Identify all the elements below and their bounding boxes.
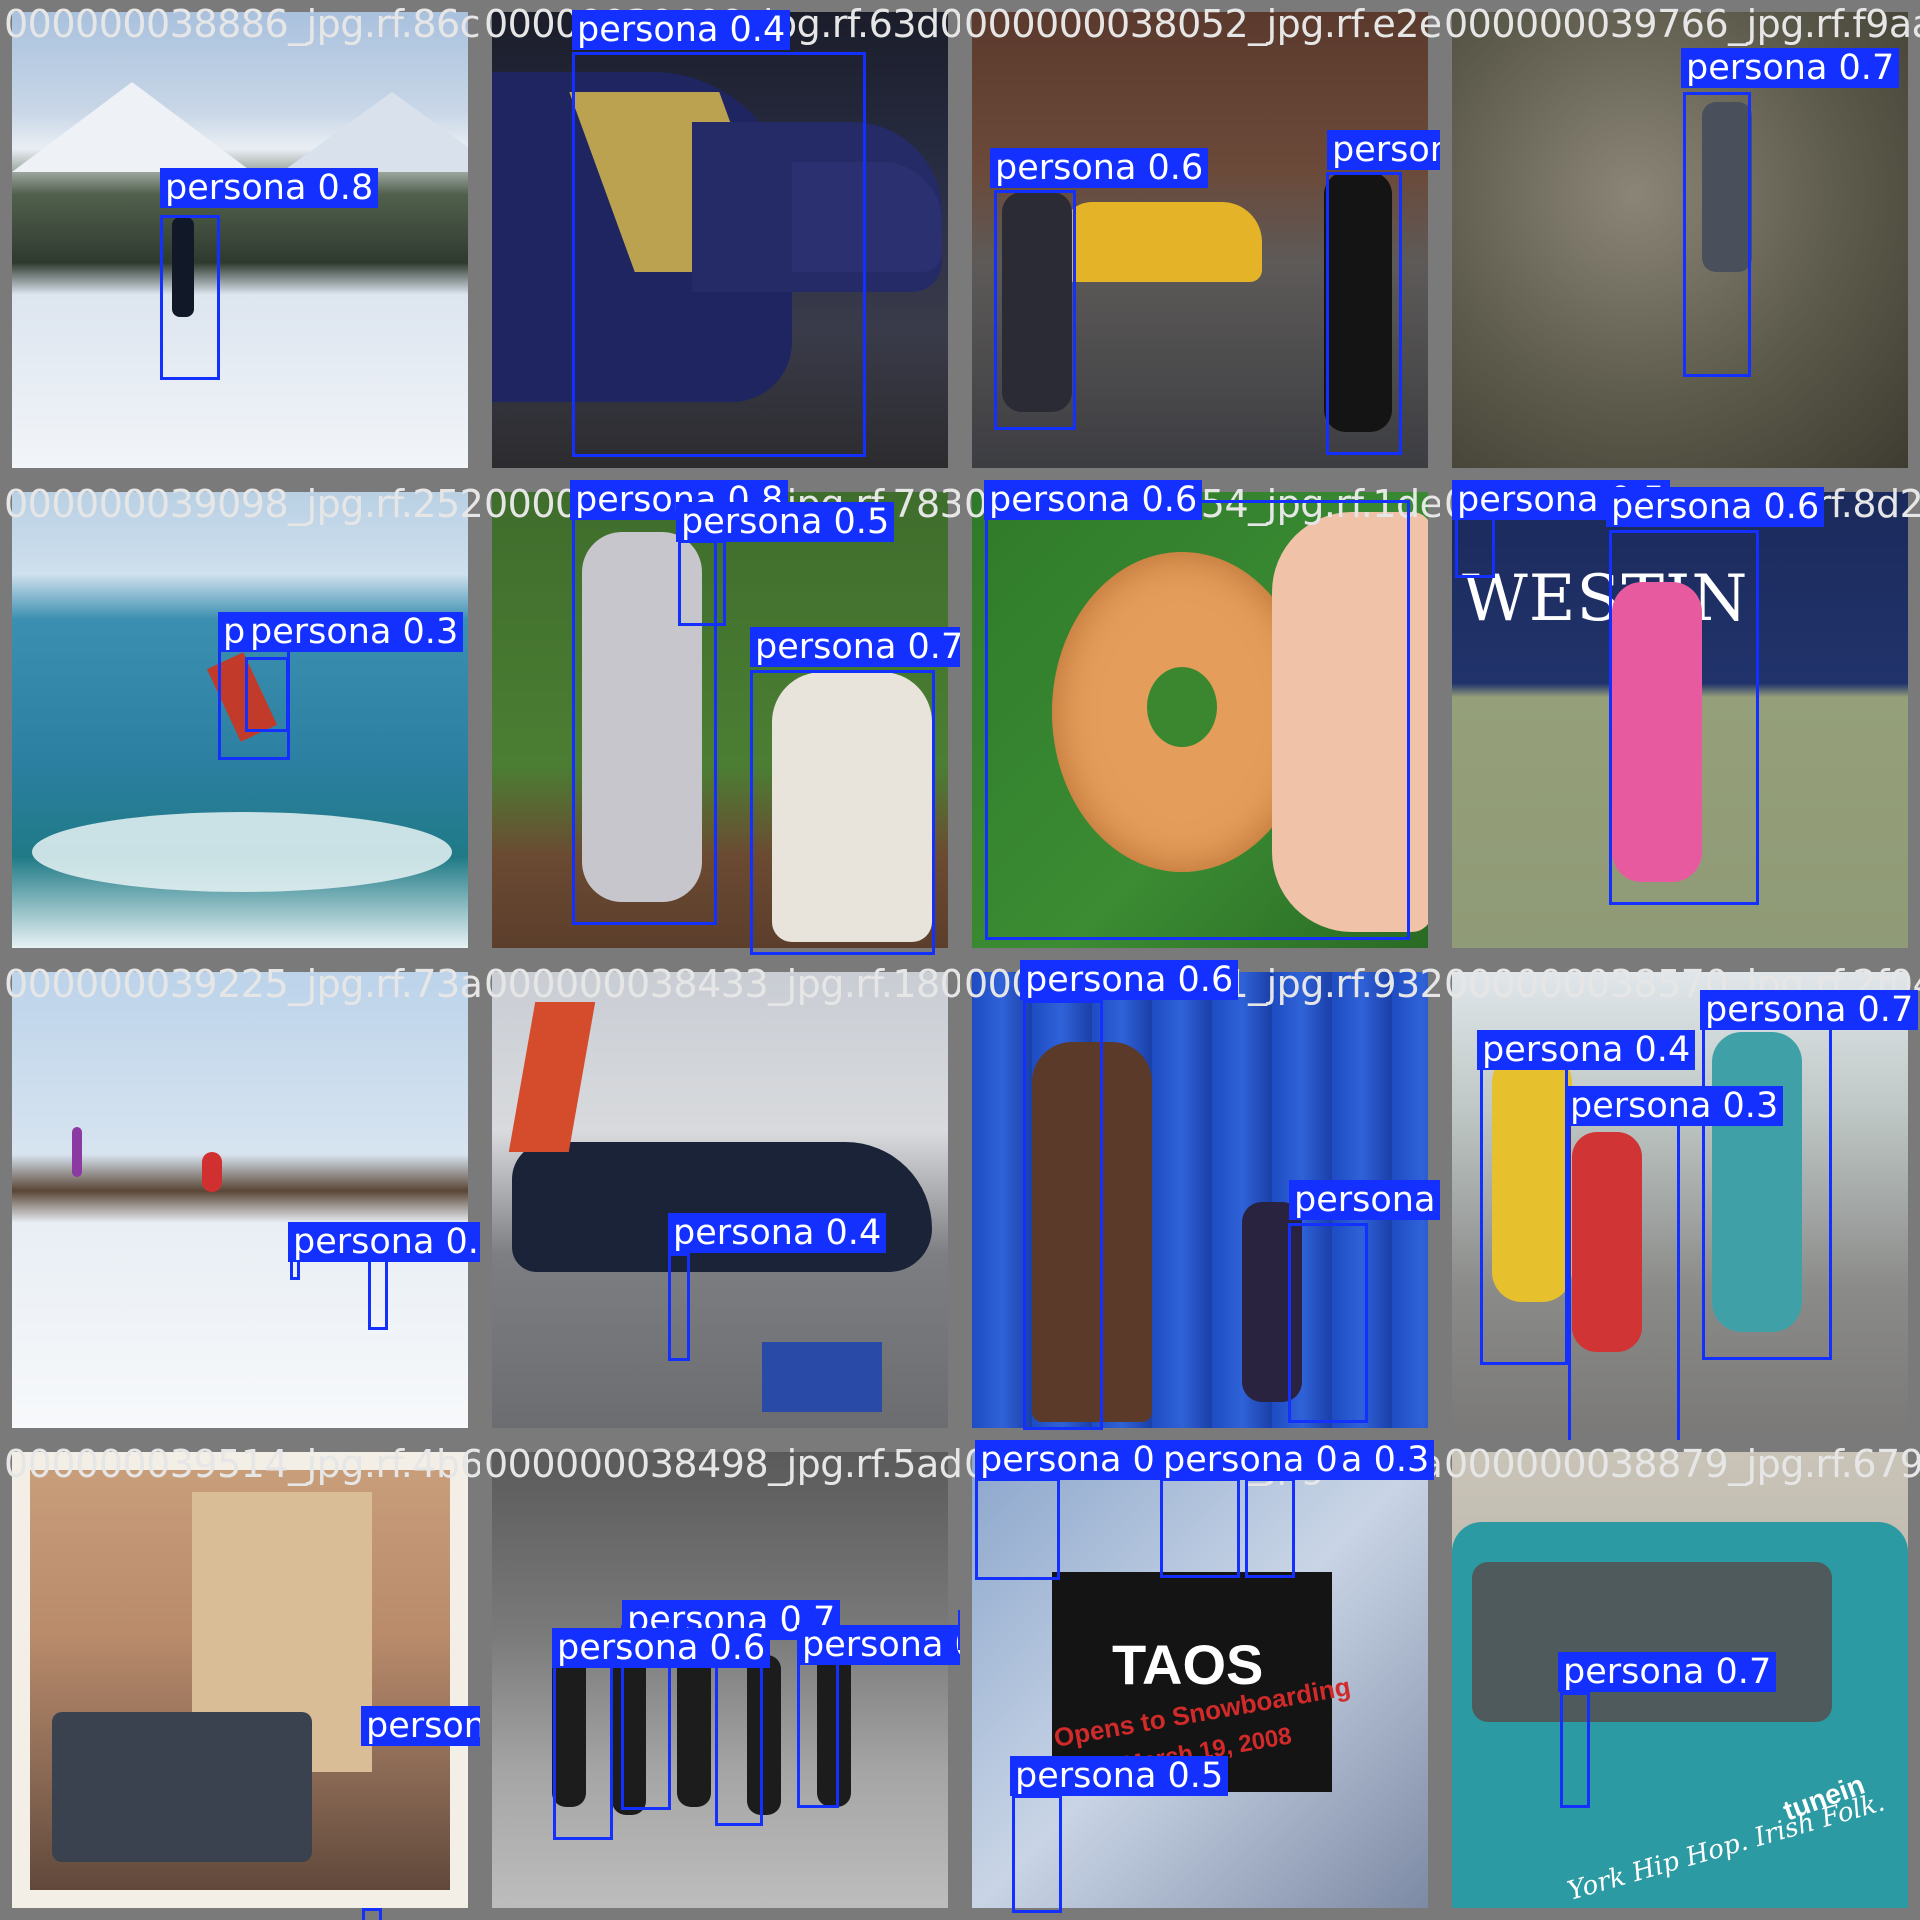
tile-filename: 000000039098_jpg.rf.25250510c bbox=[4, 482, 480, 526]
detection-box bbox=[1012, 1795, 1062, 1913]
detection-label: persona 0.7 bbox=[1558, 1652, 1777, 1692]
detection-label: persona 0.6 bbox=[552, 1628, 771, 1668]
detection-box bbox=[1702, 1015, 1832, 1360]
tile-13: 000000039514_jpg.rf.4b6ac05persona 0.3 bbox=[0, 1440, 480, 1920]
person-figure bbox=[677, 1647, 711, 1807]
detection-label: persona 0.5 bbox=[1327, 130, 1440, 170]
mosaic-grid: 000000038886_jpg.rf.86ca63060persona 0.8… bbox=[0, 0, 1920, 1920]
detection-box bbox=[678, 540, 726, 626]
detection-label: persona 0.4 bbox=[572, 10, 791, 50]
detection-box bbox=[553, 1645, 613, 1840]
tile-filename: 000000039514_jpg.rf.4b6ac05 bbox=[4, 1442, 480, 1486]
wave-foam bbox=[32, 812, 452, 892]
detection-box bbox=[1160, 1478, 1240, 1578]
detection-label: persona 0.4 bbox=[668, 1213, 887, 1253]
detection-box bbox=[1480, 1045, 1568, 1365]
detection-label: persona 0.7 bbox=[1700, 990, 1919, 1030]
detection-box bbox=[160, 215, 220, 380]
detection-box bbox=[1560, 1692, 1590, 1808]
taxi bbox=[1062, 202, 1262, 282]
tile-14: 000000038498_jpg.rf.5adcfc0persona 0.7pe… bbox=[480, 1440, 960, 1920]
detection-label: persona 0.3 bbox=[361, 1706, 480, 1746]
armored-truck bbox=[52, 1712, 312, 1862]
detection-label: persona 0.7 bbox=[1289, 1180, 1440, 1220]
detection-box bbox=[797, 1640, 839, 1808]
detection-label: persona 0.4 bbox=[1477, 1030, 1696, 1070]
detection-label: persona 0.8 bbox=[160, 168, 379, 208]
detection-box bbox=[1683, 92, 1751, 377]
detection-box bbox=[985, 500, 1410, 940]
detection-box bbox=[715, 1648, 763, 1826]
detection-box bbox=[1023, 1000, 1103, 1430]
tile-photo bbox=[12, 1452, 468, 1908]
tile-9: 000000039225_jpg.rf.73af9400persona 0.30… bbox=[0, 960, 480, 1440]
tile-photo bbox=[492, 972, 948, 1428]
kite bbox=[72, 1127, 82, 1177]
detection-label: persona 0.8 bbox=[797, 1625, 960, 1665]
tile-12: 000000038570_jpg.rf.2f04 persona 0.7 perso… bbox=[1440, 960, 1920, 1440]
detection-box bbox=[975, 1478, 1060, 1580]
tile-filename: 000000039766_jpg.rf.f9aa7c bbox=[1444, 2, 1920, 46]
tile-6: 000000039783_jpg.rf.783e97023persona 0.8… bbox=[480, 480, 960, 960]
detection-label: persona 0.3 bbox=[1565, 1086, 1784, 1126]
mountain-shape bbox=[12, 82, 252, 172]
detection-label: persona 0.3 bbox=[288, 1222, 480, 1262]
ground-vehicle bbox=[762, 1342, 882, 1412]
mountain-shape bbox=[282, 92, 468, 172]
tile-16: York Hip Hop. Irish Folk. tunein 000000038… bbox=[1440, 1440, 1920, 1920]
detection-label: persona 0.5 bbox=[1010, 1756, 1229, 1796]
tile-3: 000000038052_jpg.rf.e2ea53355persona 0.6… bbox=[960, 0, 1440, 480]
kite bbox=[202, 1152, 222, 1192]
tile-7: 000000039154_jpg.rf.1de3355apersona 0.6 bbox=[960, 480, 1440, 960]
tile-11: 000000039261_jpg.rf.932e22persona 0.6per… bbox=[960, 960, 1440, 1440]
tile-filename: 000000038052_jpg.rf.e2ea53355 bbox=[964, 2, 1440, 46]
detection-label: persona 0.3 bbox=[245, 612, 464, 652]
tile-photo bbox=[12, 12, 468, 468]
tile-8: WESTIN000000039501_jpg.rf.8d2903persona … bbox=[1440, 480, 1920, 960]
tile-photo bbox=[12, 972, 468, 1428]
detection-box bbox=[368, 1255, 388, 1330]
detection-label: persona 0.6 bbox=[990, 148, 1209, 188]
detection-box bbox=[1568, 1112, 1680, 1440]
tile-filename: 000000038879_jpg.rf.679e9 bbox=[1444, 1442, 1920, 1486]
detection-box bbox=[668, 1253, 690, 1361]
tile-10: 000000038433_jpg.rf.1800persona 0.4 bbox=[480, 960, 960, 1440]
detection-box bbox=[994, 190, 1076, 430]
detection-label: a 0.3 bbox=[1336, 1440, 1435, 1480]
detection-label: persona 0.5 bbox=[676, 502, 895, 542]
poster-title: TAOS bbox=[1112, 1633, 1264, 1696]
detection-label: persona 0.7 bbox=[1681, 48, 1900, 88]
detection-box bbox=[572, 52, 866, 457]
tile-4: 000000039766_jpg.rf.f9aa7cpersona 0.7 bbox=[1440, 0, 1920, 480]
tile-filename: 000000038886_jpg.rf.86ca63060 bbox=[4, 2, 480, 46]
detection-box bbox=[750, 670, 935, 955]
bus-window bbox=[1472, 1562, 1832, 1722]
airplane-tail bbox=[508, 1002, 596, 1152]
detection-box bbox=[1609, 530, 1759, 905]
detection-label: persona 0.6 bbox=[984, 480, 1203, 520]
detection-label: persona 0.7 bbox=[750, 627, 960, 667]
detection-box bbox=[245, 657, 289, 732]
tile-5: 000000039098_jpg.rf.25250510cpersona 0.3… bbox=[0, 480, 480, 960]
tile-filename: 000000038433_jpg.rf.1800 bbox=[484, 962, 960, 1006]
detection-box bbox=[1245, 1478, 1295, 1578]
tile-1: 000000038886_jpg.rf.86ca63060persona 0.8 bbox=[0, 0, 480, 480]
tile-filename: 000000039225_jpg.rf.73af9400 bbox=[4, 962, 480, 1006]
tile-15: TAOSOpens to SnowboardingMarch 19, 20080… bbox=[960, 1440, 1440, 1920]
tile-filename: 000000038498_jpg.rf.5adcfc0 bbox=[484, 1442, 960, 1486]
tile-2: 00000030609_jpg.rf.63d025603persona 0.4 bbox=[480, 0, 960, 480]
detection-label: persona 0.6 bbox=[1020, 960, 1239, 1000]
detection-label: 0.8 bbox=[958, 1610, 960, 1650]
detection-box bbox=[1288, 1223, 1368, 1423]
detection-box bbox=[1326, 172, 1402, 455]
detection-box bbox=[362, 1908, 382, 1920]
detection-label: persona 0.6 bbox=[1606, 487, 1825, 527]
